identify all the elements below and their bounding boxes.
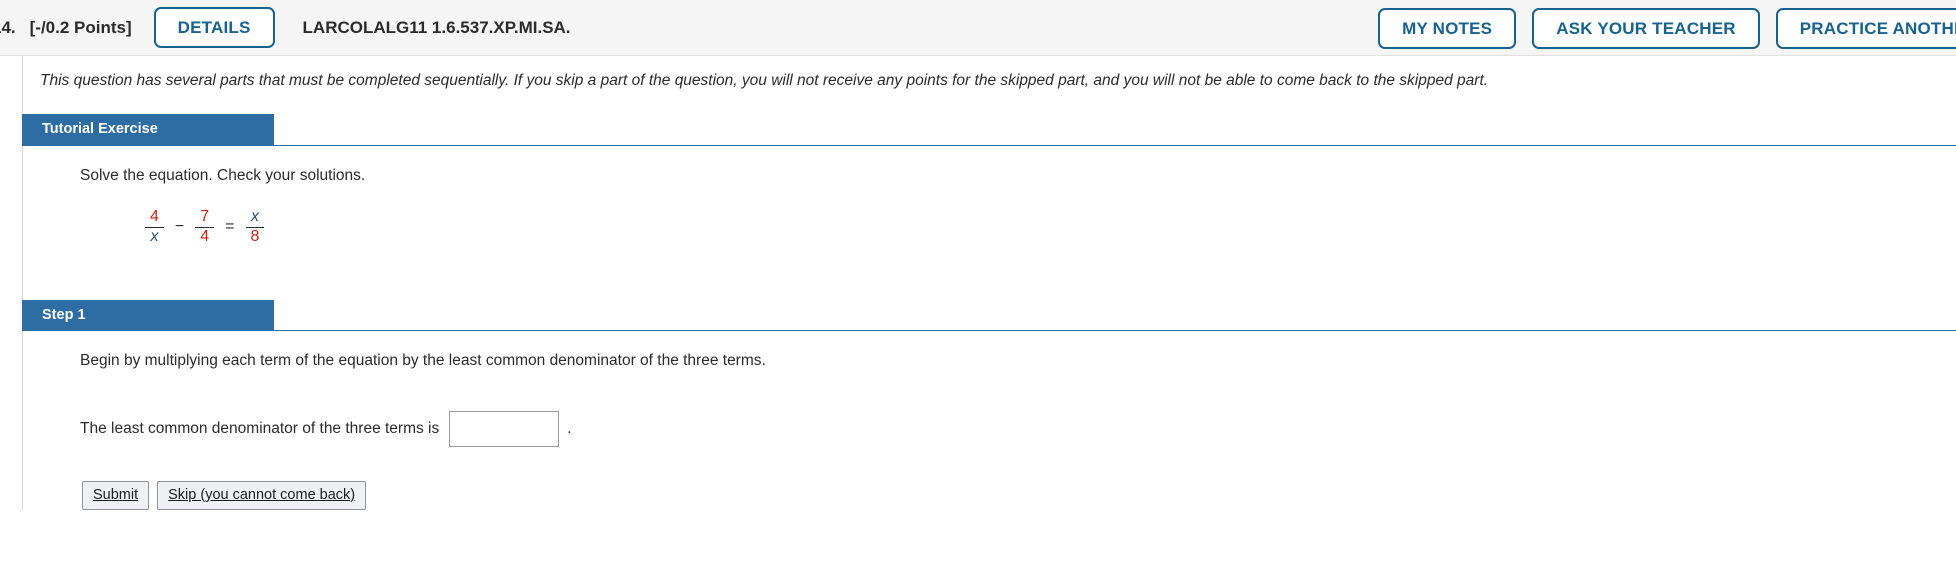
step-1-body: Begin by multiplying each term of the eq… (22, 331, 1956, 510)
step-1-instruction-text: Begin by multiplying each term of the eq… (80, 352, 766, 370)
step-1-header-row: Step 1 (22, 299, 1956, 332)
equation-display: 4 x − 7 4 = x 8 (142, 207, 1956, 246)
tutorial-exercise-header-row: Tutorial Exercise (22, 114, 1956, 146)
fraction-2-denominator: 4 (200, 228, 210, 246)
equation-operator-minus: − (174, 218, 185, 236)
ask-your-teacher-button[interactable]: ASK YOUR TEACHER (1532, 7, 1760, 49)
sequential-parts-instructions: This question has several parts that mus… (40, 72, 1489, 89)
practice-another-button[interactable]: PRACTICE ANOTHER (1775, 7, 1956, 49)
lcd-answer-label: The least common denominator of the thre… (80, 419, 440, 437)
header-actions: MY NOTES ASK YOUR TEACHER PRACTICE ANOTH… (1378, 0, 1956, 56)
fraction-1-denominator: x (150, 228, 159, 246)
step-1-rule (274, 330, 1956, 332)
my-notes-button[interactable]: MY NOTES (1378, 7, 1517, 49)
submit-button[interactable]: Submit (82, 480, 150, 510)
tutorial-exercise-rule (274, 144, 1956, 146)
equation-operator-equals: = (225, 218, 235, 236)
step-1-section: Step 1 Begin by multiplying each term of… (22, 299, 1956, 510)
lcd-answer-input[interactable] (449, 410, 560, 447)
fraction-1-numerator: 4 (150, 207, 159, 225)
tutorial-prompt: Solve the equation. Check your solutions… (80, 166, 366, 184)
details-button[interactable]: DETAILS (153, 7, 275, 48)
fraction-3-numerator: x (250, 207, 259, 225)
fraction-2-numerator: 7 (200, 207, 210, 225)
tutorial-exercise-title: Tutorial Exercise (22, 114, 274, 146)
assignment-code: LARCOLALG11 1.6.537.XP.MI.SA. (302, 17, 571, 37)
fraction-term-1: 4 x (145, 207, 164, 246)
step-1-button-row: Submit Skip (you cannot come back) (82, 480, 1956, 510)
fraction-term-2: 7 4 (195, 207, 215, 246)
fraction-term-3: x 8 (245, 207, 265, 246)
step-1-title: Step 1 (22, 299, 274, 332)
lcd-answer-line: The least common denominator of the thre… (80, 410, 1956, 447)
question-header-bar: 14. [-/0.2 Points] DETAILS LARCOLALG11 1… (0, 0, 1956, 56)
tutorial-exercise-section: Tutorial Exercise Solve the equation. Ch… (22, 114, 1956, 246)
question-number: 14. (0, 17, 16, 37)
question-body: This question has several parts that mus… (0, 56, 1956, 510)
skip-button[interactable]: Skip (you cannot come back) (157, 480, 367, 510)
lcd-answer-period: . (567, 419, 572, 437)
fraction-3-denominator: 8 (250, 228, 260, 246)
tutorial-exercise-body: Solve the equation. Check your solutions… (22, 146, 1956, 246)
question-points: [-/0.2 Points] (29, 17, 132, 37)
